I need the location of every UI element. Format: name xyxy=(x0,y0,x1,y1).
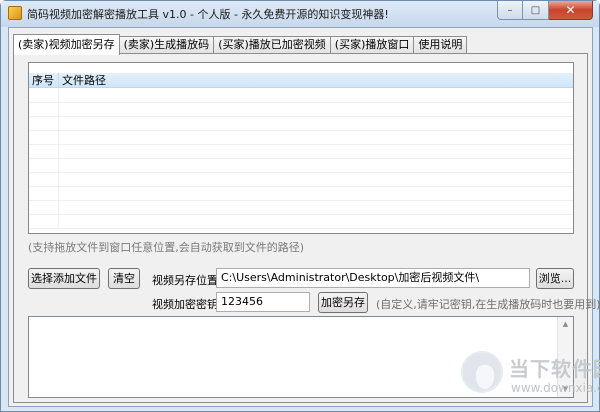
close-button[interactable]: ✕ xyxy=(549,1,593,20)
app-icon xyxy=(8,6,22,20)
table-row xyxy=(29,117,573,131)
table-row xyxy=(29,89,573,103)
file-list-header: 序号 文件路径 xyxy=(29,73,573,88)
table-row xyxy=(29,145,573,159)
table-row xyxy=(29,215,573,229)
drag-drop-hint: (支持拖放文件到窗口任意位置,会自动获取到文件的路径) xyxy=(28,241,305,254)
watermark-url: www.downxia.com xyxy=(511,381,600,395)
table-row xyxy=(29,131,573,145)
tab-play-window[interactable]: (买家)播放窗口 xyxy=(329,36,415,54)
save-path-input[interactable]: C:\Users\Administrator\Desktop\加密后视频文件\ xyxy=(216,268,530,288)
password-label: 视频加密密钥: xyxy=(152,298,222,311)
column-header-index[interactable]: 序号 xyxy=(29,73,59,87)
browse-button[interactable]: 浏览... xyxy=(536,268,574,289)
watermark-logo-icon xyxy=(461,351,503,393)
save-path-label: 视频另存位置: xyxy=(152,274,222,287)
add-files-button[interactable]: 选择添加文件 xyxy=(28,268,100,289)
password-input[interactable]: 123456 xyxy=(216,292,310,312)
tab-strip: (卖家)视频加密另存 (卖家)生成播放码 (买家)播放已加密视频 (买家)播放窗… xyxy=(13,34,468,55)
table-row xyxy=(29,201,573,215)
clear-button[interactable]: 清空 xyxy=(108,268,140,289)
table-row xyxy=(29,103,573,117)
app-window: 简码视频加密解密播放工具 v1.0 - 个人版 - 永久免费开源的知识变现神器!… xyxy=(0,0,600,412)
table-row xyxy=(29,173,573,187)
watermark: 当下软件园 www.downxia.com xyxy=(459,347,600,407)
scroll-up-icon[interactable]: ▲ xyxy=(558,317,573,332)
file-list[interactable]: 序号 文件路径 xyxy=(28,62,574,234)
tab-play-encrypted-video[interactable]: (买家)播放已加密视频 xyxy=(213,36,331,54)
tab-video-encrypt-save[interactable]: (卖家)视频加密另存 xyxy=(13,34,120,55)
minimize-button[interactable]: – xyxy=(497,1,523,20)
table-row xyxy=(29,187,573,201)
tab-generate-play-code[interactable]: (卖家)生成播放码 xyxy=(118,36,215,54)
maximize-button[interactable]: □ xyxy=(523,1,549,20)
column-header-path[interactable]: 文件路径 xyxy=(59,73,106,87)
watermark-title: 当下软件园 xyxy=(509,357,600,381)
tab-instructions[interactable]: 使用说明 xyxy=(413,36,468,54)
file-list-body xyxy=(29,89,573,229)
password-note: (自定义,请牢记密钥,在生成播放码时也要用到) xyxy=(376,298,600,311)
table-row xyxy=(29,159,573,173)
title-bar[interactable]: 简码视频加密解密播放工具 v1.0 - 个人版 - 永久免费开源的知识变现神器!… xyxy=(1,1,599,27)
encrypt-save-button[interactable]: 加密另存 xyxy=(318,292,368,313)
window-controls: – □ ✕ xyxy=(497,1,593,20)
window-title: 简码视频加密解密播放工具 v1.0 - 个人版 - 永久免费开源的知识变现神器! xyxy=(27,8,389,21)
